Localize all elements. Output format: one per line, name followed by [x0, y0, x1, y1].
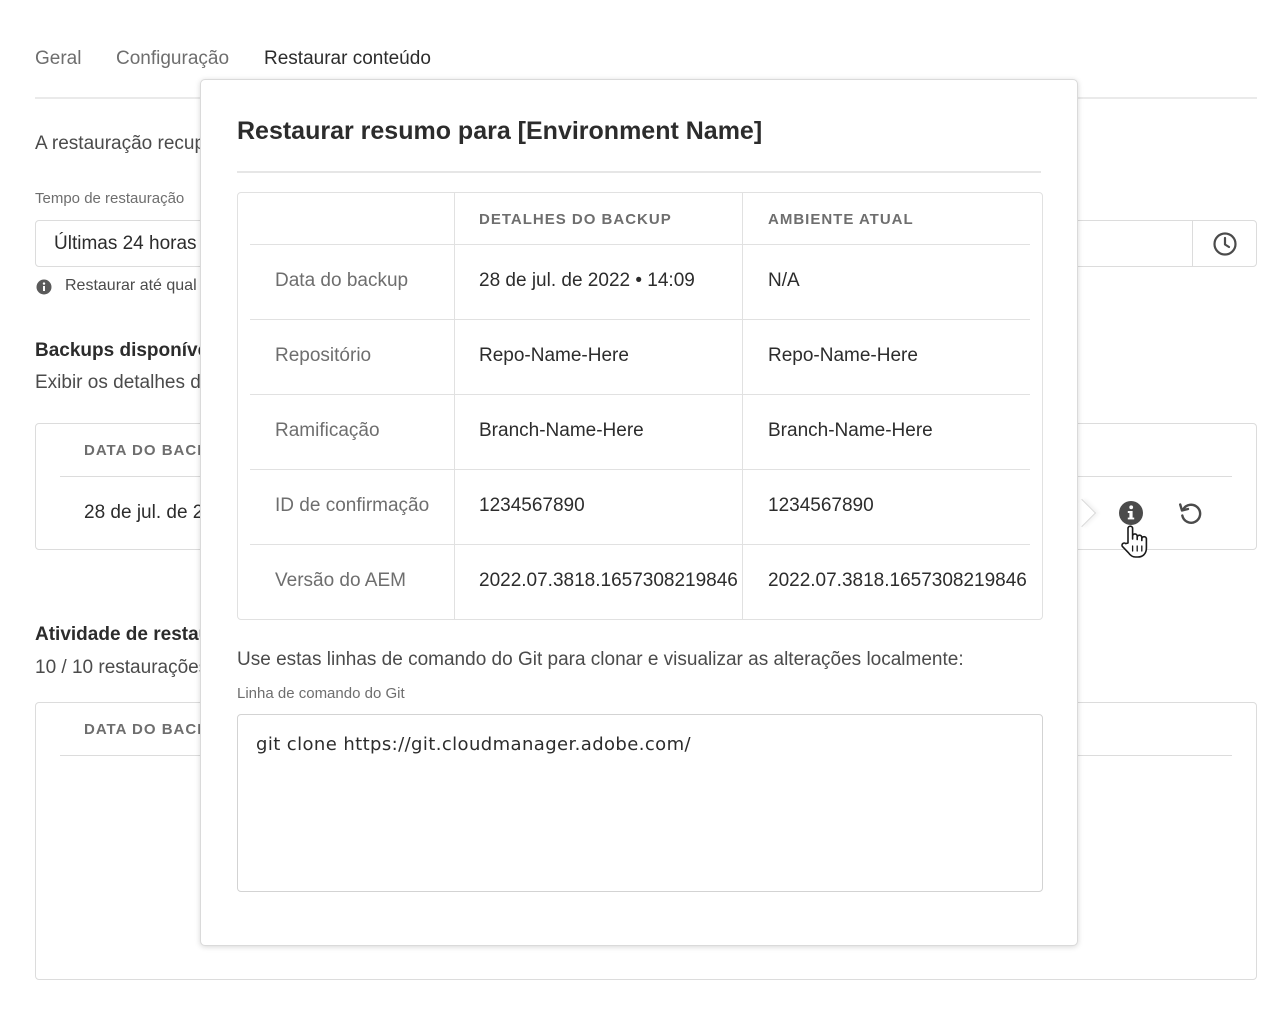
- backups-subtitle: Exibir os detalhes d: [35, 372, 201, 393]
- row-divider: [250, 394, 1030, 395]
- row-divider: [250, 319, 1030, 320]
- row-label-commit-id: ID de confirmação: [275, 495, 430, 516]
- restore-time-helper: Restaurar até qual: [65, 277, 197, 294]
- row-divider: [250, 469, 1030, 470]
- restore-time-label: Tempo de restauração: [35, 190, 185, 207]
- activity-title: Atividade de restau: [35, 624, 211, 645]
- current-repository-value: Repo-Name-Here: [768, 345, 918, 366]
- current-commit-id-value: 1234567890: [768, 495, 874, 516]
- row-label-aem-version: Versão do AEM: [275, 570, 406, 591]
- git-command-label: Linha de comando do Git: [237, 685, 405, 702]
- tab-configuracao[interactable]: Configuração: [116, 48, 229, 70]
- row-label-repository: Repositório: [275, 345, 372, 366]
- backup-commit-id-value: 1234567890: [479, 495, 585, 516]
- intro-text: A restauração recup: [35, 133, 206, 154]
- row-label-backup-date: Data do backup: [275, 270, 409, 291]
- popover-title-divider: [237, 171, 1041, 173]
- row-label-branch: Ramificação: [275, 420, 380, 441]
- header-current-environment: AMBIENTE ATUAL: [768, 211, 914, 228]
- current-backup-date-value: N/A: [768, 270, 800, 291]
- info-small-icon: [36, 279, 52, 300]
- clock-button[interactable]: [1192, 221, 1256, 266]
- backup-branch-value: Branch-Name-Here: [479, 420, 644, 441]
- backups-title: Backups disponíve: [35, 340, 209, 361]
- header-divider: [250, 244, 1030, 245]
- git-command-field[interactable]: git clone https://git.cloudmanager.adobe…: [237, 714, 1043, 892]
- git-command-text: git clone https://git.cloudmanager.adobe…: [256, 734, 691, 755]
- restore-button[interactable]: [1177, 499, 1205, 532]
- header-backup-details: DETALHES DO BACKUP: [479, 211, 672, 228]
- restore-summary-popover: Restaurar resumo para [Environment Name]…: [200, 79, 1078, 946]
- activity-subtitle: 10 / 10 restaurações: [35, 657, 209, 678]
- current-aem-version-value: 2022.07.3818.1657308219846: [768, 570, 1027, 591]
- backup-aem-version-value: 2022.07.3818.1657308219846: [479, 570, 738, 591]
- restore-icon: [1179, 503, 1202, 524]
- backup-row-date: 28 de jul. de 2: [84, 502, 204, 523]
- backups-column-header: DATA DO BACK: [84, 442, 210, 459]
- hand-cursor-icon: [1119, 522, 1151, 565]
- backup-date-value: 28 de jul. de 2022 • 14:09: [479, 270, 695, 291]
- backup-repository-value: Repo-Name-Here: [479, 345, 629, 366]
- column-divider: [742, 193, 743, 619]
- restore-time-value: Últimas 24 horas: [54, 233, 197, 254]
- restore-summary-table: DETALHES DO BACKUP AMBIENTE ATUAL Data d…: [237, 192, 1043, 620]
- clock-icon: [1212, 231, 1237, 256]
- current-branch-value: Branch-Name-Here: [768, 420, 933, 441]
- git-instructions: Use estas linhas de comando do Git para …: [237, 649, 964, 670]
- tab-geral[interactable]: Geral: [35, 48, 81, 70]
- popover-title: Restaurar resumo para [Environment Name]: [237, 117, 763, 145]
- activity-column-header: DATA DO BACK: [84, 721, 210, 738]
- tab-restaurar-conteudo[interactable]: Restaurar conteúdo: [264, 48, 431, 70]
- column-divider: [454, 193, 455, 619]
- row-divider: [250, 544, 1030, 545]
